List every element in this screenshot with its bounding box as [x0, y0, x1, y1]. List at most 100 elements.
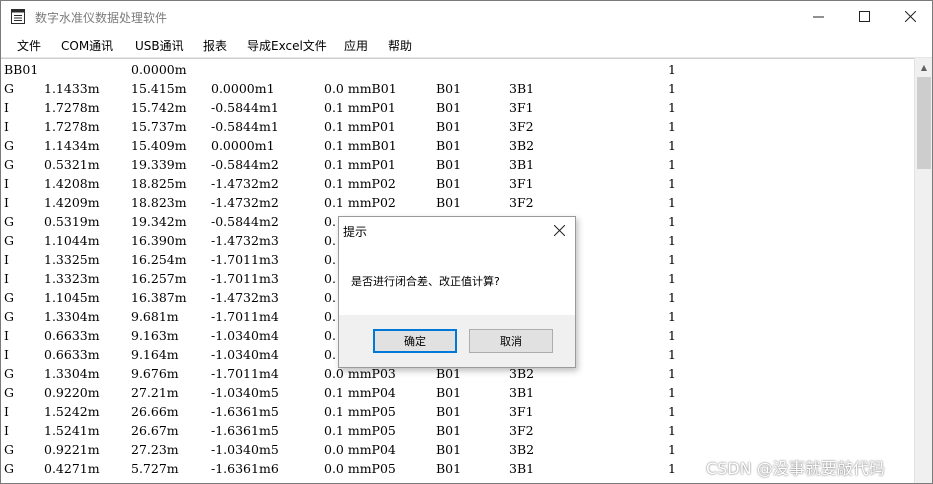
line-field: 1 [668, 214, 676, 229]
dialog-close-button[interactable] [547, 219, 571, 241]
line-field: 1.3323m [44, 271, 100, 286]
line-field: 15.737m [131, 119, 187, 134]
line-field: 0. [324, 328, 336, 343]
line-field: 9.676m [131, 366, 179, 381]
line-field: 0. [324, 309, 336, 324]
line-field: B01 [436, 176, 462, 191]
line-field: 27.21m [131, 385, 179, 400]
line-field: G [4, 309, 14, 324]
line-field: 1 [668, 366, 676, 381]
line-field: 9.163m [131, 328, 179, 343]
line-field: G [4, 214, 14, 229]
cancel-button[interactable]: 取消 [469, 329, 553, 353]
line-field: I [4, 100, 9, 115]
line-field: -1.7011m4 [211, 366, 279, 381]
line-field: -1.4732m2 [211, 176, 279, 191]
line-field: 1 [668, 328, 676, 343]
scrollbar-thumb[interactable] [917, 77, 931, 169]
close-button[interactable] [887, 1, 932, 32]
line-field: 18.825m [131, 176, 187, 191]
line-field: 0.1 mmP05 [324, 423, 396, 438]
line-field: -1.0340m5 [211, 385, 279, 400]
line-field: 3B1 [509, 461, 535, 476]
line-field: 0.0 mmP03 [324, 366, 396, 381]
line-field: 3F1 [509, 176, 534, 191]
line-field: G [4, 290, 14, 305]
line-field: 0.4271m [44, 461, 100, 476]
line-field: 0. [324, 233, 336, 248]
line-field: 16.257m [131, 271, 187, 286]
line-field: 0.1 mmP05 [324, 404, 396, 419]
line-field: G [4, 81, 14, 96]
line-field: -1.4732m3 [211, 233, 279, 248]
line-field: 15.415m [131, 81, 187, 96]
line-field: 27.23m [131, 442, 179, 457]
window-title: 数字水准仪数据处理软件 [35, 11, 168, 25]
line-field: 0.9220m [44, 385, 100, 400]
scroll-up-icon[interactable]: ▲ [915, 59, 932, 76]
line-field: 1 [668, 176, 676, 191]
ok-button[interactable]: 确定 [373, 329, 457, 353]
line-field: 1 [668, 195, 676, 210]
line-field: 26.67m [131, 423, 179, 438]
line-field: 0. [324, 347, 336, 362]
menu-apply[interactable]: 应用 [344, 37, 368, 54]
maximize-icon [858, 11, 870, 22]
line-field: 1.3304m [44, 309, 100, 324]
dialog-title: 提示 [343, 225, 368, 239]
line-field: 3B1 [509, 81, 535, 96]
line-field: B01 [436, 138, 462, 153]
line-field: 1 [668, 119, 676, 134]
line-field: 1 [668, 81, 676, 96]
line-field: 5.727m [131, 461, 179, 476]
line-field: -1.6361m6 [211, 461, 279, 476]
line-field: -1.0340m4 [211, 328, 279, 343]
line-field: I [4, 423, 9, 438]
line-field: 1.3325m [44, 252, 100, 267]
menu-export-excel[interactable]: 导成Excel文件 [247, 37, 327, 54]
line-field: 1.4209m [44, 195, 100, 210]
line-field: B01 [436, 157, 462, 172]
line-field: 1 [668, 385, 676, 400]
vertical-scrollbar[interactable]: ▲ [914, 58, 932, 483]
line-field: I [4, 119, 9, 134]
line-field: -1.6361m5 [211, 404, 279, 419]
close-icon [904, 11, 916, 22]
line-field: 0. [324, 271, 336, 286]
menu-usb[interactable]: USB通讯 [135, 37, 184, 54]
line-field: 16.390m [131, 233, 187, 248]
line-field: -1.4732m2 [211, 195, 279, 210]
line-field: 15.409m [131, 138, 187, 153]
line-field: BB01 [4, 62, 39, 77]
line-field: -1.7011m3 [211, 252, 279, 267]
minimize-icon [812, 16, 824, 18]
close-icon [553, 224, 565, 236]
line-field: 18.823m [131, 195, 187, 210]
line-field: 3F2 [509, 423, 534, 438]
menu-bar: 文件 COM通讯 USB通讯 报表 导成Excel文件 应用 帮助 [1, 32, 932, 58]
menu-help[interactable]: 帮助 [388, 37, 412, 54]
line-field: 0.1 mmP02 [324, 195, 396, 210]
menu-com[interactable]: COM通讯 [61, 37, 113, 54]
minimize-button[interactable] [795, 1, 841, 32]
line-field: B01 [436, 442, 462, 457]
line-field: 0.1 mmP01 [324, 100, 396, 115]
line-field: 1.7278m [44, 100, 100, 115]
line-field: 1 [668, 309, 676, 324]
line-field: -0.5844m1 [211, 100, 279, 115]
menu-report[interactable]: 报表 [203, 37, 227, 54]
line-field: 1.1434m [44, 138, 100, 153]
line-field: 0.0 mmB01 [324, 81, 397, 96]
line-field: B01 [436, 385, 462, 400]
line-field: 1.1044m [44, 233, 100, 248]
line-field: 0.1 mmP01 [324, 119, 396, 134]
maximize-button[interactable] [841, 1, 887, 32]
line-field: 0. [324, 252, 336, 267]
line-field: 1 [668, 252, 676, 267]
prompt-dialog: 提示 是否进行闭合差、改正值计算? 确定 取消 [338, 216, 576, 368]
line-field: 0.1 mmB01 [324, 138, 397, 153]
line-field: I [4, 176, 9, 191]
menu-file[interactable]: 文件 [17, 37, 41, 54]
line-field: 1 [668, 442, 676, 457]
line-field: -0.5844m1 [211, 119, 279, 134]
